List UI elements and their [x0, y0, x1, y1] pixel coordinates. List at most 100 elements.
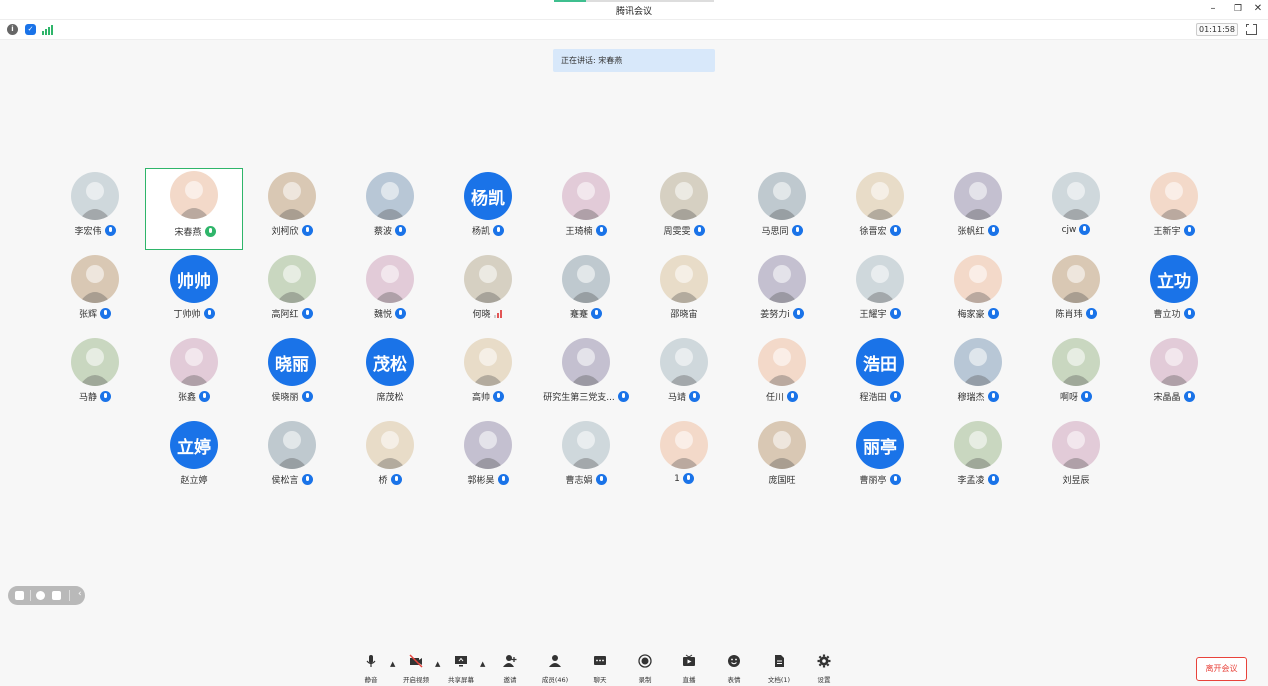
participant-tile[interactable]: 杨凯 杨凯	[439, 168, 537, 250]
participant-tile[interactable]: 王琦楠	[537, 168, 635, 250]
participant-tile[interactable]: 侯松言	[243, 417, 341, 499]
participant-name: 1	[674, 473, 680, 484]
participant-tile[interactable]: 魏悦	[341, 251, 439, 333]
info-icon[interactable]: i	[7, 24, 18, 35]
fullscreen-icon[interactable]	[1245, 23, 1257, 35]
participant-tile[interactable]: 丽亭 曹丽亭	[831, 417, 929, 499]
participant-name: 周雯雯	[663, 227, 691, 237]
participant-tile[interactable]: 高帅	[439, 334, 537, 416]
participant-tile[interactable]: 立功 曹立功	[1125, 251, 1223, 333]
participant-name: 马思同	[761, 227, 789, 237]
participant-tile[interactable]: 研究生第三党支...	[537, 334, 635, 416]
view-switcher[interactable]: ‹	[8, 586, 85, 605]
participant-tile[interactable]: 刘柯欣	[243, 168, 341, 250]
participant-tile[interactable]: 穆瑞杰	[929, 334, 1027, 416]
participant-tile[interactable]: 王耀宇	[831, 251, 929, 333]
record-button[interactable]: 录制	[625, 654, 665, 684]
participant-name: 赵立婷	[180, 476, 208, 486]
participant-tile[interactable]: 王新宇	[1125, 168, 1223, 250]
signal-icon[interactable]	[42, 25, 54, 35]
shield-icon[interactable]: ✓	[25, 24, 36, 35]
mute-options-caret[interactable]: ▲	[390, 660, 395, 668]
share-options-caret[interactable]: ▲	[480, 660, 485, 668]
video-options-caret[interactable]: ▲	[435, 660, 440, 668]
participant-tile[interactable]: 刘昱辰	[1027, 417, 1125, 499]
chat-button[interactable]: 聊天	[580, 654, 620, 684]
avatar-image	[570, 265, 602, 303]
participant-tile[interactable]: 任川	[733, 334, 831, 416]
participant-name-row: 马思同	[733, 224, 831, 237]
avatar-image	[472, 431, 504, 469]
participant-name-row: 张辉	[46, 307, 144, 320]
participant-tile[interactable]: 张辉	[46, 251, 144, 333]
participant-tile[interactable]: 徐晋宏	[831, 168, 929, 250]
participant-tile[interactable]: 蹇蹇	[537, 251, 635, 333]
participant-tile[interactable]: 桥	[341, 417, 439, 499]
video-button[interactable]: 开启视频	[396, 654, 436, 684]
gallery-view-icon[interactable]	[52, 591, 61, 600]
invite-button[interactable]: 邀请	[490, 654, 530, 684]
participant-tile[interactable]: 马静	[46, 334, 144, 416]
settings-button[interactable]: 设置	[804, 654, 844, 684]
speaker-view-icon[interactable]	[36, 591, 45, 600]
members-button[interactable]: 成员(46)	[535, 654, 575, 684]
participant-tile[interactable]: 邵晓宙	[635, 251, 733, 333]
close-icon[interactable]: ✕	[1251, 2, 1265, 16]
participant-tile[interactable]: 张帆红	[929, 168, 1027, 250]
leave-meeting-button[interactable]: 离开会议	[1196, 657, 1247, 681]
participant-tile[interactable]: 何晓	[439, 251, 537, 333]
participant-tile[interactable]: 李宏伟	[46, 168, 144, 250]
participant-tile[interactable]: 梅家豪	[929, 251, 1027, 333]
participant-name-row: 张帆红	[929, 224, 1027, 237]
avatar: 晓丽	[268, 338, 316, 386]
share-screen-button[interactable]: 共享屏幕	[441, 654, 481, 684]
avatar-image	[766, 348, 798, 386]
participant-tile[interactable]: 郭彬昊	[439, 417, 537, 499]
participant-tile[interactable]: 曹志娟	[537, 417, 635, 499]
participant-name: 研究生第三党支...	[543, 393, 615, 403]
participant-tile[interactable]: 张鑫	[145, 334, 243, 416]
participant-tile[interactable]: 李孟凌	[929, 417, 1027, 499]
avatar-image	[1060, 431, 1092, 469]
participant-tile[interactable]: 宋春燕	[145, 168, 243, 250]
avatar-image	[766, 431, 798, 469]
participant-tile[interactable]: 庞国旺	[733, 417, 831, 499]
participant-tile[interactable]: 宋晶晶	[1125, 334, 1223, 416]
participant-name-row: 高帅	[439, 390, 537, 403]
participant-name: 郭彬昊	[467, 476, 495, 486]
participant-tile[interactable]: 立婷 赵立婷	[145, 417, 243, 499]
avatar-image	[79, 265, 111, 303]
avatar-image	[766, 265, 798, 303]
avatar	[268, 421, 316, 469]
participant-tile[interactable]: 高阿红	[243, 251, 341, 333]
speaking-banner: 正在讲话: 宋春燕	[553, 49, 715, 72]
avatar-image	[276, 182, 308, 220]
participant-tile[interactable]: 浩田 程浩田	[831, 334, 929, 416]
live-button[interactable]: 直播	[669, 654, 709, 684]
participant-tile[interactable]: 陈肖玮	[1027, 251, 1125, 333]
participant-name: 张帆红	[957, 227, 985, 237]
mute-button[interactable]: 静音	[351, 654, 391, 684]
minimize-icon[interactable]: –	[1206, 2, 1220, 16]
grid-view-icon[interactable]	[15, 591, 24, 600]
collapse-icon[interactable]: ‹	[78, 589, 82, 599]
restore-icon[interactable]: ❐	[1231, 2, 1245, 16]
chat-label: 聊天	[593, 676, 607, 684]
participant-tile[interactable]: 周雯雯	[635, 168, 733, 250]
participant-tile[interactable]: 啊呀	[1027, 334, 1125, 416]
participant-tile[interactable]: 茂松 席茂松	[341, 334, 439, 416]
participant-tile[interactable]: 马思同	[733, 168, 831, 250]
participant-tile[interactable]: 1	[635, 417, 733, 499]
avatar-image	[276, 431, 308, 469]
participant-tile[interactable]: 蔡波	[341, 168, 439, 250]
participant-name-row: 梅家豪	[929, 307, 1027, 320]
invite-icon	[503, 655, 517, 667]
docs-button[interactable]: 文档(1)	[759, 654, 799, 684]
participant-tile[interactable]: 姜努力i	[733, 251, 831, 333]
participant-tile[interactable]: 帅帅 丁帅帅	[145, 251, 243, 333]
participant-tile[interactable]: cjw	[1027, 168, 1125, 250]
reaction-button[interactable]: 表情	[714, 654, 754, 684]
participant-tile[interactable]: 马靖	[635, 334, 733, 416]
microphone-icon	[1081, 391, 1092, 402]
participant-tile[interactable]: 晓丽 侯晓丽	[243, 334, 341, 416]
